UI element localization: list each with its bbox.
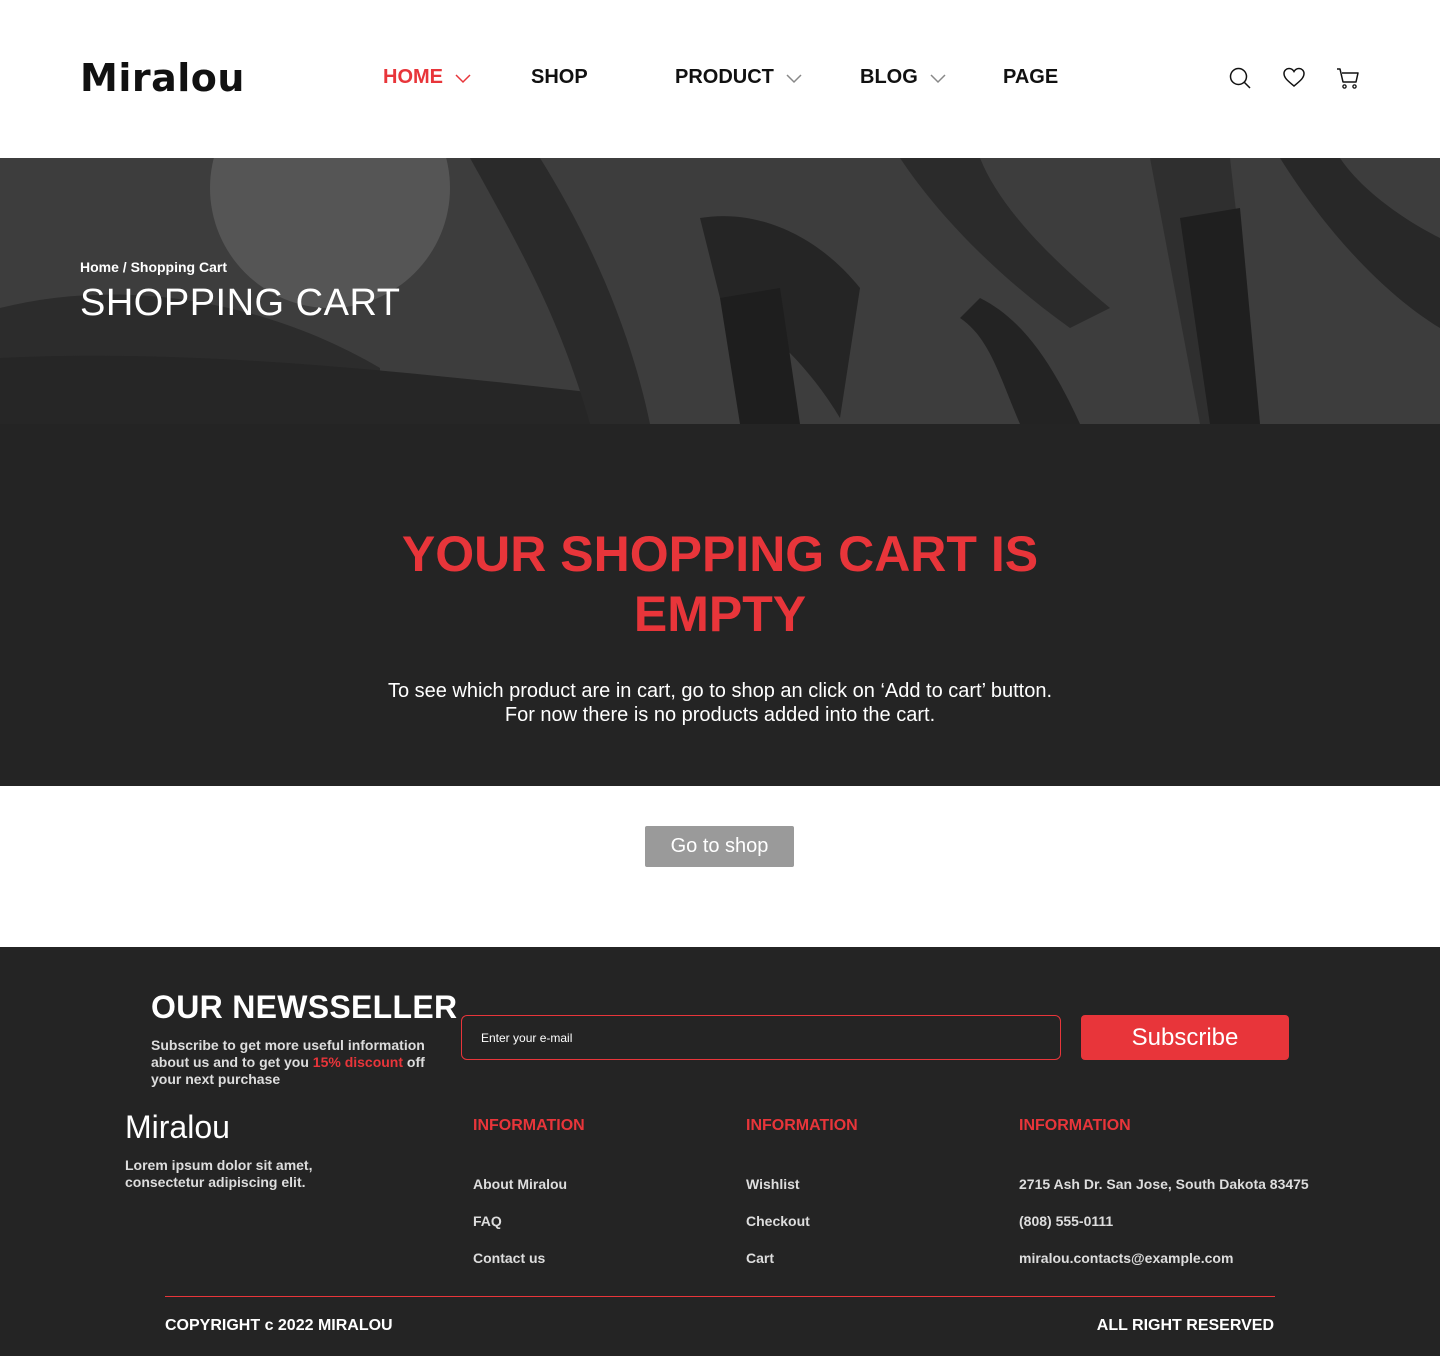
cart-icon[interactable] — [1336, 66, 1360, 90]
footer-column-title: INFORMATION — [1019, 1117, 1131, 1134]
footer-link-faq[interactable]: FAQ — [473, 1213, 585, 1230]
footer-column-1: INFORMATION About Miralou FAQ Contact us — [473, 1117, 585, 1287]
empty-cart-message: To see which product are in cart, go to … — [320, 679, 1120, 727]
search-icon[interactable] — [1228, 66, 1252, 90]
newsletter-discount: 15% discount — [312, 1054, 404, 1070]
nav-item-shop[interactable]: SHOP — [531, 66, 588, 89]
nav-item-page[interactable]: PAGE — [1003, 66, 1058, 89]
nav-item-blog[interactable]: BLOG — [860, 66, 946, 89]
footer-link-contact[interactable]: Contact us — [473, 1250, 585, 1267]
nav-item-home[interactable]: HOME — [383, 66, 471, 89]
rights-text: ALL RIGHT RESERVED — [1096, 1317, 1274, 1334]
nav-item-label: PRODUCT — [675, 66, 774, 88]
chevron-down-icon — [786, 73, 802, 83]
footer-link-wishlist[interactable]: Wishlist — [746, 1176, 858, 1193]
nav-item-label: SHOP — [531, 66, 588, 88]
empty-cart-title: YOUR SHOPPING CART IS EMPTY — [401, 526, 1039, 642]
empty-cart-line-1: To see which product are in cart, go to … — [387, 680, 1053, 702]
nav-item-product[interactable]: PRODUCT — [675, 66, 802, 89]
heart-icon[interactable] — [1282, 66, 1306, 90]
footer-phone[interactable]: (808) 555-0111 — [1019, 1213, 1309, 1230]
nav-item-label: PAGE — [1003, 66, 1059, 88]
footer-column-3: INFORMATION 2715 Ash Dr. San Jose, South… — [1019, 1117, 1309, 1287]
footer-link-cart[interactable]: Cart — [746, 1250, 858, 1267]
footer-link-checkout[interactable]: Checkout — [746, 1213, 858, 1230]
footer-column-title: INFORMATION — [746, 1117, 858, 1134]
site-footer: OUR NEWSSELLER Subscribe to get more use… — [0, 947, 1440, 1356]
copyright-text: COPYRIGHT c 2022 MIRALOU — [165, 1317, 393, 1334]
footer-divider — [165, 1296, 1275, 1297]
footer-email[interactable]: miralou.contacts@example.com — [1019, 1250, 1309, 1267]
page-hero: Home / Shopping Cart SHOPPING CART — [0, 158, 1440, 424]
newsletter-email-input[interactable] — [461, 1015, 1061, 1060]
newsletter-description: Subscribe to get more useful information… — [151, 1037, 441, 1088]
subscribe-button[interactable]: Subscribe — [1081, 1015, 1289, 1060]
footer-column-2: INFORMATION Wishlist Checkout Cart — [746, 1117, 858, 1287]
empty-cart-section: YOUR SHOPPING CART IS EMPTY To see which… — [0, 424, 1440, 786]
breadcrumb[interactable]: Home / Shopping Cart — [80, 259, 227, 275]
nav-item-label: HOME — [383, 66, 443, 88]
site-header: Miralou HOME SHOP PRODUCT BLOG PAGE — [0, 0, 1440, 158]
site-logo[interactable]: Miralou — [80, 56, 245, 100]
footer-column-title: INFORMATION — [473, 1117, 585, 1134]
nav-item-label: BLOG — [860, 66, 918, 88]
chevron-down-icon — [930, 73, 946, 83]
page-title: SHOPPING CART — [80, 282, 401, 324]
footer-logo[interactable]: Miralou — [125, 1109, 230, 1146]
chevron-down-icon — [455, 73, 471, 83]
go-to-shop-button[interactable]: Go to shop — [645, 826, 794, 867]
empty-cart-line-2: For now there is no products added into … — [504, 704, 936, 726]
footer-address: 2715 Ash Dr. San Jose, South Dakota 8347… — [1019, 1176, 1309, 1192]
newsletter-title: OUR NEWSSELLER — [151, 989, 458, 1025]
footer-link-about[interactable]: About Miralou — [473, 1176, 585, 1193]
footer-description: Lorem ipsum dolor sit amet, consectetur … — [125, 1157, 313, 1190]
